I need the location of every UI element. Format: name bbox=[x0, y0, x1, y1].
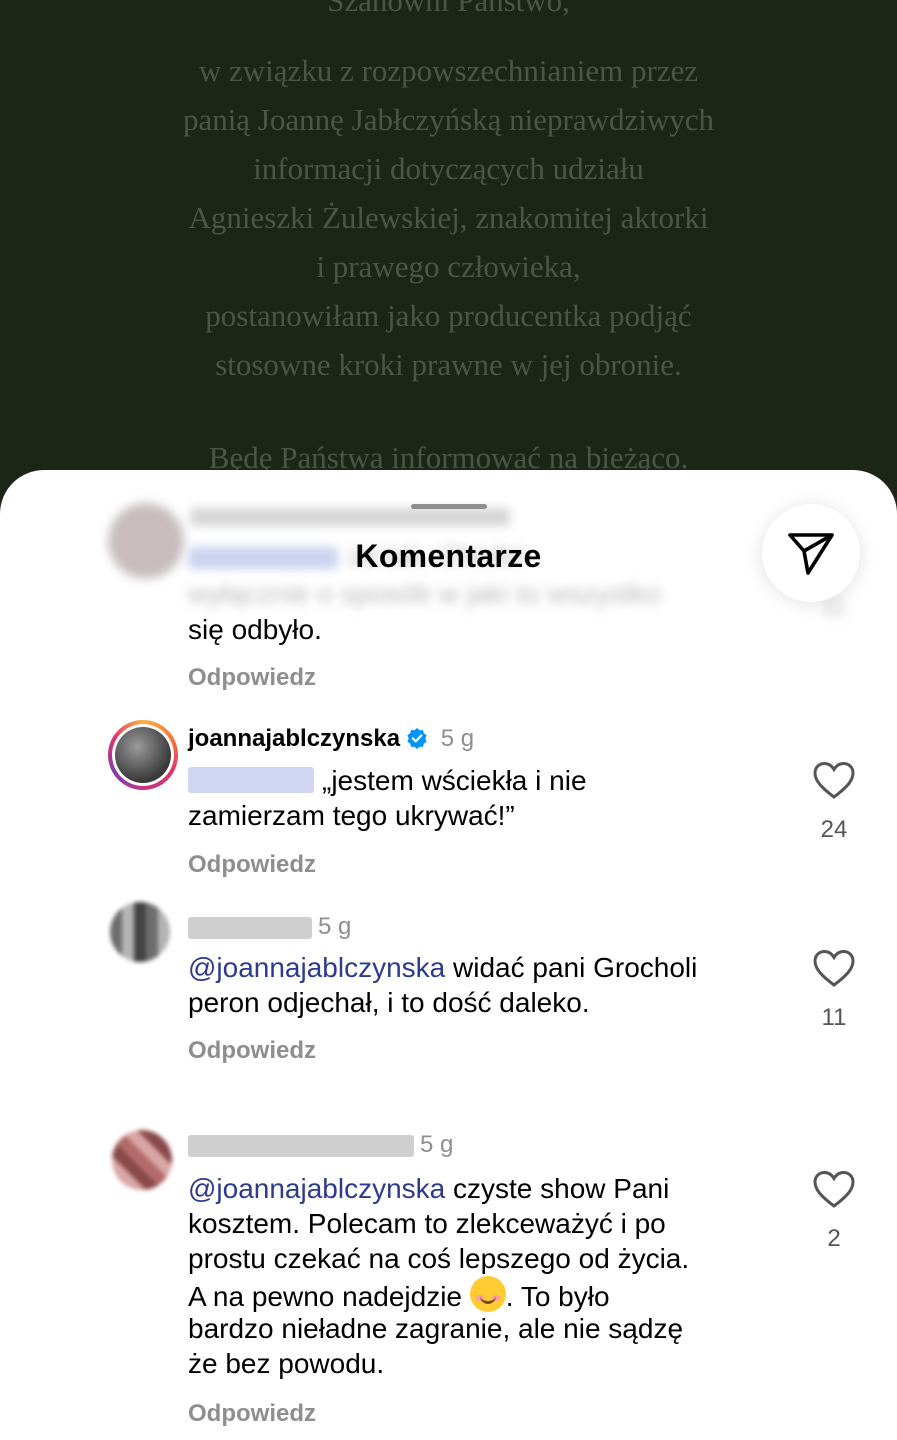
avatar[interactable] bbox=[108, 720, 178, 790]
share-button[interactable] bbox=[762, 504, 860, 602]
like-count: 2 bbox=[827, 1225, 841, 1252]
like-count: 24 bbox=[820, 816, 848, 843]
story-line: informacji dotyczących udziału bbox=[253, 151, 644, 186]
story-background: Szanowni Państwo, w związku z rozpowszec… bbox=[0, 0, 897, 520]
like-count: 11 bbox=[821, 1004, 847, 1031]
comment-text: zamierzam tego ukrywać!” bbox=[188, 800, 515, 831]
avatar[interactable] bbox=[112, 1130, 172, 1190]
reply-button[interactable]: Odpowiedz bbox=[188, 664, 316, 692]
story-line: i prawego człowieka, bbox=[316, 249, 581, 284]
smiling-face-emoji-icon bbox=[469, 1276, 506, 1312]
story-line: panią Joannę Jabłczyńską nieprawdziwych bbox=[182, 102, 715, 137]
comment-text: „jestem wściekła i nie bbox=[188, 763, 587, 798]
username-link[interactable]: joannajablczynska bbox=[188, 725, 400, 752]
story-line: postanowiłam jako producentka podjąć bbox=[205, 298, 692, 333]
like-heart-icon[interactable] bbox=[812, 949, 856, 989]
verified-badge-icon bbox=[407, 728, 427, 749]
story-line: Agnieszki Żulewskiej, znakomitej aktorki bbox=[188, 200, 709, 235]
reply-button[interactable]: Odpowiedz bbox=[188, 1400, 316, 1428]
comment-time: 5 g bbox=[440, 725, 475, 752]
username-blurred bbox=[188, 917, 312, 939]
comment-text: prostu czekać na coś lepszego od życia. bbox=[188, 1243, 690, 1274]
story-body: w związku z rozpowszechnianiem przez pan… bbox=[0, 46, 897, 389]
avatar[interactable] bbox=[110, 902, 170, 962]
username-blurred bbox=[188, 1135, 414, 1157]
story-line: stosowne kroki prawne w jej obronie. bbox=[215, 347, 682, 382]
comment-text: @joannajablczynska czyste show Pani bbox=[188, 1173, 670, 1204]
comments-sheet: ze tak. Chodzi wyłącznie o sposób w jaki… bbox=[0, 470, 897, 1440]
reply-button[interactable]: Odpowiedz bbox=[188, 1037, 316, 1065]
comment-text: bardzo nieładne zagranie, ale nie sądzę bbox=[188, 1313, 684, 1344]
comment-time: 5 g bbox=[318, 913, 352, 940]
reply-button[interactable]: Odpowiedz bbox=[188, 851, 316, 879]
comment-text: że bez powodu. bbox=[188, 1348, 385, 1379]
story-line: w związku z rozpowszechnianiem przez bbox=[198, 53, 699, 88]
comment-header: joannajablczynska 5 g bbox=[188, 725, 474, 753]
comment-text: peron odjechał, i to dość daleko. bbox=[188, 987, 590, 1018]
comment-text: się odbyło. bbox=[188, 614, 322, 645]
avatar-photo bbox=[115, 727, 171, 783]
like-heart-icon[interactable] bbox=[812, 761, 856, 801]
comment-text: A na pewno nadejdzie . To było bbox=[188, 1276, 610, 1314]
comment-text-blurred: wyłącznie o sposób w jaki to wszystko bbox=[188, 578, 662, 609]
mention-link[interactable]: @joannajablczynska bbox=[188, 1173, 445, 1204]
story-heading: Szanowni Państwo, bbox=[327, 0, 570, 18]
mention-link[interactable]: @joannajablczynska bbox=[188, 952, 445, 983]
comment-text: @joannajablczynska widać pani Grocholi bbox=[188, 952, 698, 983]
comment-text: kosztem. Polecam to zlekceważyć i po bbox=[188, 1208, 666, 1239]
username-blurred bbox=[190, 508, 510, 526]
redacted-mention bbox=[188, 767, 314, 793]
like-heart-icon[interactable] bbox=[812, 1170, 856, 1210]
drag-handle[interactable] bbox=[411, 504, 487, 509]
comment-time: 5 g bbox=[420, 1131, 454, 1158]
send-paper-plane-icon bbox=[788, 533, 834, 575]
